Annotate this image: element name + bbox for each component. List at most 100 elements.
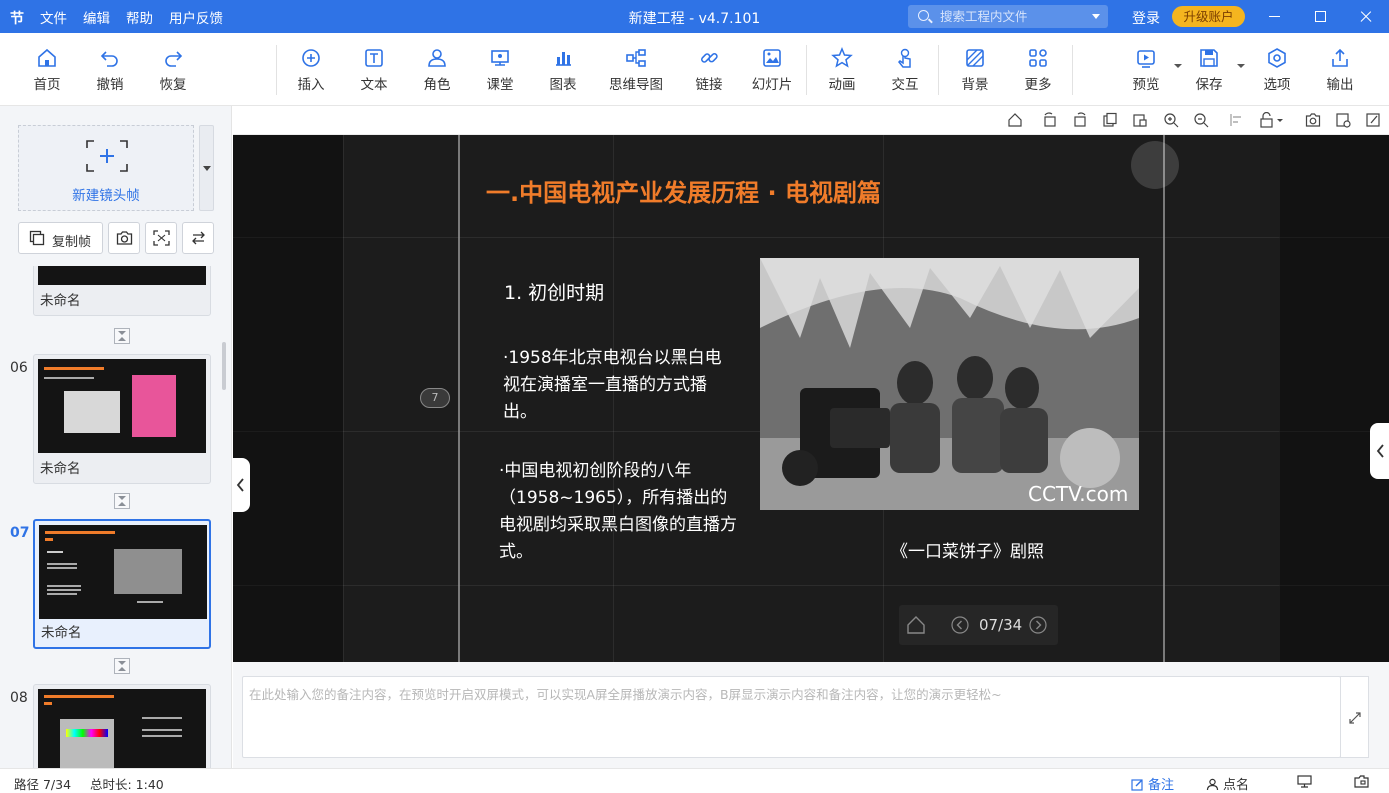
- save-button[interactable]: 保存: [1179, 47, 1245, 93]
- notes-expand-button[interactable]: [1340, 676, 1369, 758]
- paste-icon[interactable]: [1132, 112, 1148, 128]
- grid-line: [343, 135, 344, 662]
- collapse-right-panel[interactable]: [1370, 423, 1389, 479]
- rotate-right-icon[interactable]: [1072, 112, 1088, 128]
- save-icon: [1200, 49, 1218, 67]
- upgrade-button[interactable]: 升级账户: [1172, 6, 1245, 27]
- next-icon[interactable]: [1029, 616, 1047, 634]
- search-input[interactable]: 搜索工程内文件: [908, 5, 1108, 28]
- slide-bullet-2[interactable]: ·中国电视初创阶段的八年（1958~1965），所有播出的电视剧均采取黑白图像的…: [499, 458, 739, 566]
- slide-subtitle[interactable]: 1. 初创时期: [504, 278, 604, 305]
- menu-file[interactable]: 文件: [40, 7, 67, 27]
- toolbar-divider: [276, 45, 277, 95]
- notes-input[interactable]: 在此处输入您的备注内容，在预览时开启双屏模式，可以实现A屏全屏播放演示内容，B屏…: [242, 676, 1341, 758]
- menu-feedback[interactable]: 用户反馈: [169, 7, 223, 27]
- collapse-left-panel[interactable]: [232, 458, 250, 512]
- close-icon[interactable]: [1343, 0, 1389, 33]
- role-button[interactable]: 角色: [407, 47, 467, 93]
- interaction-button[interactable]: 交互: [875, 47, 935, 93]
- edit-note-icon: [1131, 779, 1143, 791]
- frame-label: 未命名: [41, 625, 82, 641]
- new-frame-dropdown[interactable]: [199, 125, 214, 211]
- frame-thumbnail-08[interactable]: [33, 684, 211, 768]
- undo-label: 撤销: [96, 77, 124, 93]
- text-button[interactable]: 文本: [344, 47, 404, 93]
- options-label: 选项: [1263, 77, 1291, 93]
- rotate-left-icon[interactable]: [1042, 112, 1058, 128]
- zoom-out-icon[interactable]: [1193, 112, 1209, 128]
- options-button[interactable]: 选项: [1247, 47, 1307, 93]
- text-icon: [365, 49, 383, 67]
- folder-icon[interactable]: [1354, 775, 1369, 788]
- undo-button[interactable]: 撤销: [80, 47, 140, 93]
- home-button[interactable]: 首页: [17, 47, 77, 93]
- background-button[interactable]: 背景: [945, 47, 1005, 93]
- search-dropdown-icon[interactable]: [1092, 14, 1100, 19]
- redo-button[interactable]: 恢复: [143, 47, 203, 93]
- settings-frame-icon[interactable]: [1335, 112, 1351, 128]
- menu-edit[interactable]: 编辑: [83, 7, 110, 27]
- photo-caption[interactable]: 《一口菜饼子》剧照: [891, 537, 1044, 562]
- notes-toggle[interactable]: 备注: [1131, 774, 1174, 793]
- page-counter: 07/34: [979, 616, 1023, 634]
- link-button[interactable]: 链接: [679, 47, 739, 93]
- rollcall-label: 点名: [1223, 778, 1250, 793]
- animation-button[interactable]: 动画: [812, 47, 872, 93]
- save-dropdown-icon[interactable]: [1237, 64, 1245, 68]
- status-bar: 路径 7/34 总时长: 1:40 备注 点名: [0, 768, 1389, 793]
- grid-icon: [1029, 49, 1047, 67]
- chevron-left-icon: [1376, 444, 1384, 458]
- home-icon[interactable]: [906, 615, 926, 635]
- transition-icon[interactable]: [114, 493, 130, 509]
- slide-title[interactable]: 一.中国电视产业发展历程 · 电视剧篇: [486, 173, 906, 213]
- insert-button[interactable]: 插入: [281, 47, 341, 93]
- login-link[interactable]: 登录: [1132, 8, 1160, 28]
- drama-still-image: CCTV.com: [760, 258, 1139, 510]
- transition-icon[interactable]: [114, 658, 130, 674]
- transition-icon[interactable]: [114, 328, 130, 344]
- copy-frame-button[interactable]: 复制帧: [18, 222, 103, 254]
- frame-thumbnail-06[interactable]: 未命名: [33, 354, 211, 484]
- expand-icon: [1349, 712, 1361, 724]
- mindmap-label: 思维导图: [609, 77, 663, 93]
- maximize-icon[interactable]: [1297, 0, 1343, 33]
- swap-frame-button[interactable]: [182, 222, 214, 254]
- classroom-button[interactable]: 课堂: [470, 47, 530, 93]
- frame-thumbnail-07[interactable]: 未命名: [33, 519, 211, 649]
- preview-button[interactable]: 预览: [1116, 47, 1182, 93]
- fit-frame-button[interactable]: [145, 222, 177, 254]
- frame-preview: [39, 525, 207, 619]
- home-view-icon[interactable]: [1007, 112, 1023, 128]
- new-frame-button[interactable]: 新建镜头帧: [18, 125, 194, 211]
- swap-icon: [192, 231, 205, 245]
- menu-help[interactable]: 帮助: [126, 7, 153, 27]
- slide-bullet-1[interactable]: ·1958年北京电视台以黑白电视在演播室一直播的方式播出。: [503, 345, 723, 426]
- screenshot-button[interactable]: [108, 222, 140, 254]
- frame-preview: [38, 266, 206, 285]
- slide-photo[interactable]: CCTV.com: [760, 258, 1139, 510]
- canvas-stage[interactable]: 一.中国电视产业发展历程 · 电视剧篇 1. 初创时期 ·1958年北京电视台以…: [233, 135, 1389, 662]
- screen-icon[interactable]: [1297, 775, 1312, 788]
- mindmap-button[interactable]: 思维导图: [596, 47, 676, 93]
- camera-icon[interactable]: [1305, 112, 1321, 128]
- play-icon: [1137, 50, 1155, 68]
- more-button[interactable]: 更多: [1008, 47, 1068, 93]
- export-button[interactable]: 输出: [1310, 47, 1370, 93]
- link-label: 链接: [695, 77, 723, 93]
- minimize-icon[interactable]: [1251, 0, 1297, 33]
- duration-status: 总时长: 1:40: [90, 777, 164, 792]
- grid-line: [233, 237, 1389, 238]
- align-icon[interactable]: [1229, 112, 1245, 128]
- rollcall-toggle[interactable]: 点名: [1206, 774, 1249, 793]
- slide-button[interactable]: 幻灯片: [742, 47, 802, 93]
- zoom-in-icon[interactable]: [1163, 112, 1179, 128]
- edit-icon[interactable]: [1365, 112, 1381, 128]
- chart-button[interactable]: 图表: [533, 47, 593, 93]
- copy-icon[interactable]: [1102, 112, 1118, 128]
- classroom-label: 课堂: [486, 77, 514, 93]
- prev-icon[interactable]: [951, 616, 969, 634]
- frame-thumbnail-05[interactable]: 未命名: [33, 266, 211, 316]
- frame-list-scrollbar[interactable]: [222, 342, 226, 390]
- title-bar: 节 文件 编辑 帮助 用户反馈 新建工程 - v4.7.101 搜索工程内文件 …: [0, 0, 1389, 33]
- lock-icon[interactable]: [1259, 112, 1287, 128]
